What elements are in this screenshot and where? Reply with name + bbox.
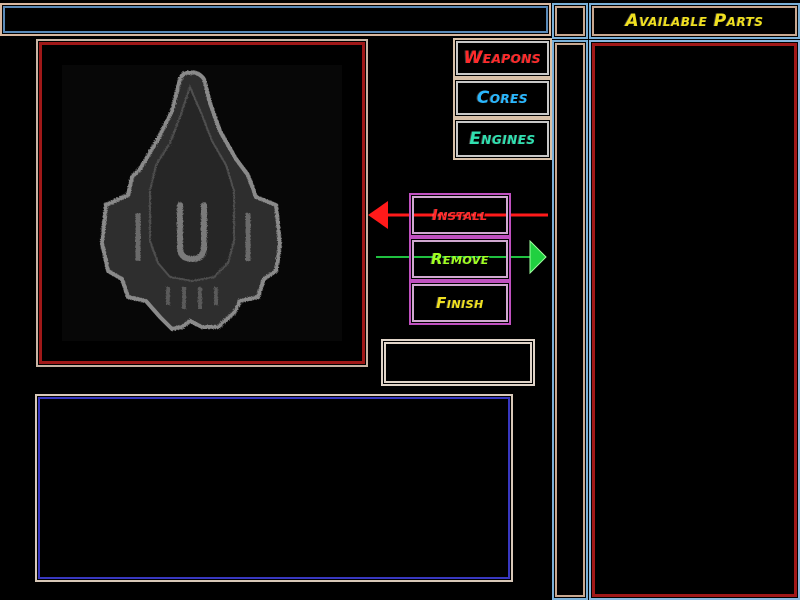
part-info-panel (35, 394, 513, 582)
available-parts-header: Available Parts (589, 3, 800, 39)
finish-button-label: Finish (436, 294, 484, 312)
spaceship-icon (99, 70, 283, 332)
tab-cores[interactable]: Cores (453, 78, 552, 118)
tab-weapons-label: Weapons (463, 48, 542, 68)
parts-scroll-column[interactable] (552, 40, 588, 600)
remove-button[interactable]: Remove (409, 237, 511, 281)
top-title-bar (0, 3, 551, 36)
ship-preview-inner (62, 65, 342, 341)
install-button[interactable]: Install (409, 193, 511, 237)
top-title-text (2, 5, 549, 34)
finish-button[interactable]: Finish (409, 281, 511, 325)
available-parts-title: Available Parts (625, 11, 764, 31)
tab-engines-label: Engines (469, 129, 536, 149)
tab-engines[interactable]: Engines (453, 118, 552, 160)
status-box (381, 339, 535, 386)
install-button-label: Install (432, 206, 488, 224)
top-mid-box (552, 3, 588, 39)
tab-weapons[interactable]: Weapons (453, 38, 552, 78)
remove-button-label: Remove (431, 250, 489, 268)
ship-preview-panel (36, 39, 368, 367)
available-parts-list[interactable] (589, 40, 800, 600)
tab-cores-label: Cores (476, 88, 529, 108)
